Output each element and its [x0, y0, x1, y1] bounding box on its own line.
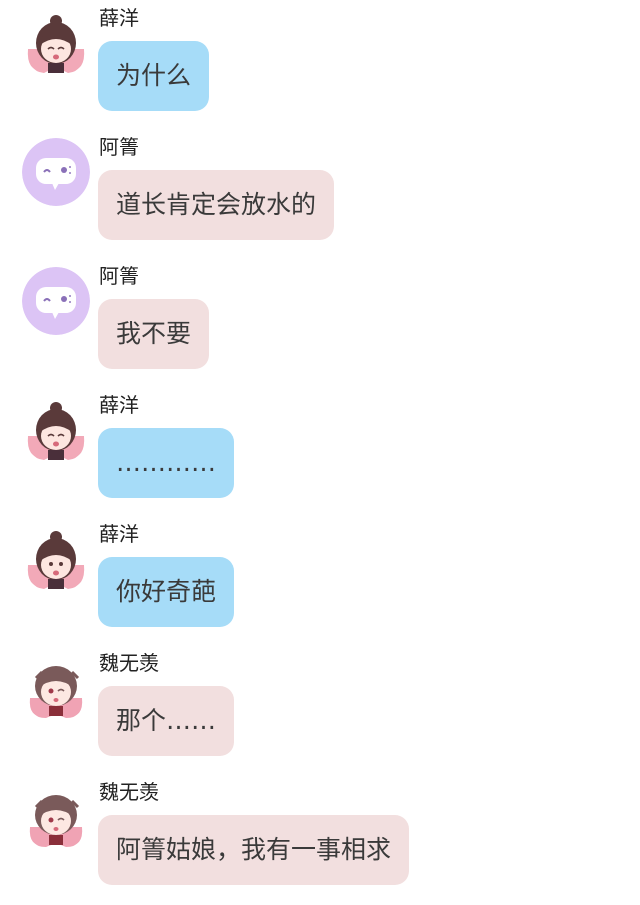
avatar[interactable] — [22, 267, 90, 335]
weiwuxian-avatar-icon — [22, 654, 90, 722]
message-row: 魏无羡 阿箐姑娘，我有一事相求 — [0, 779, 640, 899]
chat-thread: 薛洋 为什么 阿箐 道长肯定会放水的 阿箐 我不要 薛洋 ………… 薛洋 你好奇… — [0, 0, 640, 905]
message-bubble[interactable]: 道长肯定会放水的 — [98, 170, 335, 240]
message-row: 魏无羡 那个…… — [0, 650, 640, 770]
sender-name: 薛洋 — [99, 393, 139, 417]
avatar[interactable] — [22, 138, 90, 206]
sender-name: 魏无羡 — [99, 780, 159, 804]
avatar[interactable] — [22, 396, 90, 464]
message-row: 薛洋 你好奇葩 — [0, 521, 640, 641]
sender-name: 薛洋 — [99, 522, 139, 546]
avatar[interactable] — [22, 525, 90, 593]
message-row: 薛洋 ………… — [0, 392, 640, 512]
message-bubble[interactable]: 阿箐姑娘，我有一事相求 — [98, 815, 410, 885]
avatar[interactable] — [22, 9, 90, 77]
message-row: 薛洋 为什么 — [0, 5, 640, 125]
sender-name: 阿箐 — [99, 135, 139, 159]
message-bubble[interactable]: ………… — [98, 428, 234, 498]
weiwuxian-avatar-icon — [22, 783, 90, 851]
chat-bubble-icon — [22, 267, 90, 335]
sender-name: 薛洋 — [99, 6, 139, 30]
avatar[interactable] — [22, 783, 90, 851]
xueyang-avatar-icon — [22, 525, 90, 593]
xueyang-avatar-icon — [22, 9, 90, 77]
xueyang-avatar-icon — [22, 396, 90, 464]
message-row: 阿箐 我不要 — [0, 263, 640, 383]
message-bubble[interactable]: 为什么 — [98, 41, 210, 111]
avatar[interactable] — [22, 654, 90, 722]
message-bubble[interactable]: 你好奇葩 — [98, 557, 235, 627]
sender-name: 魏无羡 — [99, 651, 159, 675]
chat-bubble-icon — [22, 138, 90, 206]
message-bubble[interactable]: 那个…… — [98, 686, 235, 756]
message-bubble[interactable]: 我不要 — [98, 299, 210, 369]
sender-name: 阿箐 — [99, 264, 139, 288]
message-row: 阿箐 道长肯定会放水的 — [0, 134, 640, 254]
